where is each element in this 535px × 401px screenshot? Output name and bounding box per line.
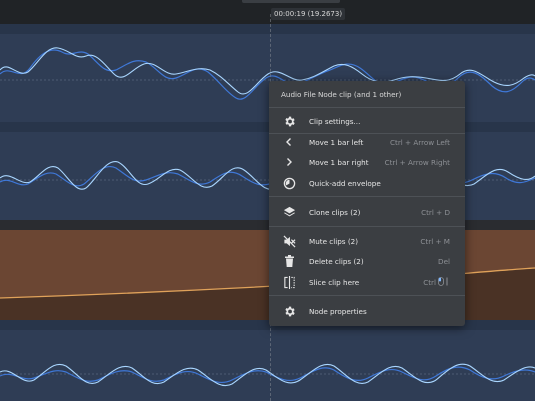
context-menu: Audio File Node clip (and 1 other) Clip … [269,81,465,326]
menu-item-shortcut: Ctrl + D [421,207,450,217]
scroll-handle[interactable] [242,0,340,3]
timeline-ruler[interactable] [0,0,535,24]
menu-separator [269,196,465,197]
slice-icon [281,274,297,290]
menu-item-slice-clip[interactable]: Slice clip here Ctrl [269,273,465,291]
gear-icon [281,303,297,319]
chevron-left-icon [281,134,297,150]
menu-item-label: Move 1 bar right [309,157,369,167]
layers-icon [281,204,297,220]
trash-icon [281,253,297,269]
menu-item-label: Clone clips (2) [309,207,361,217]
menu-item-shortcut: Ctrl + Arrow Right [384,157,450,167]
menu-item-label: Delete clips (2) [309,256,364,266]
menu-item-delete-clips[interactable]: Delete clips (2) Del [269,252,465,270]
menu-item-shortcut: Ctrl [423,277,436,287]
chevron-right-icon [281,154,297,170]
menu-item-move-left[interactable]: Move 1 bar left Ctrl + Arrow Left [269,133,465,151]
menu-item-move-right[interactable]: Move 1 bar right Ctrl + Arrow Right [269,153,465,171]
playhead-time-label: 00:00:19 (19.2673) [271,8,346,20]
waveform-4 [0,363,535,387]
menu-item-node-properties[interactable]: Node properties [269,302,465,320]
menu-separator [269,107,465,108]
menu-item-shortcut-group: Ctrl [423,276,450,288]
speaker-muted-icon [281,233,297,249]
menu-item-label: Node properties [309,306,367,316]
mouse-icon [438,276,450,288]
envelope-dial-icon [281,175,297,191]
menu-item-clip-settings[interactable]: Clip settings... [269,112,465,130]
track-header-1[interactable] [0,24,535,34]
gear-icon [281,113,297,129]
menu-item-clone-clips[interactable]: Clone clips (2) Ctrl + D [269,203,465,221]
menu-item-label: Slice clip here [309,277,360,287]
menu-item-quick-add-envelope[interactable]: Quick-add envelope [269,174,465,192]
menu-item-shortcut: Del [438,256,450,266]
menu-item-shortcut: Ctrl + M [420,236,450,246]
menu-item-label: Mute clips (2) [309,236,358,246]
menu-separator [269,295,465,296]
menu-item-label: Quick-add envelope [309,178,381,188]
menu-separator [269,226,465,227]
menu-item-shortcut: Ctrl + Arrow Left [389,137,450,147]
menu-item-label: Clip settings... [309,116,361,126]
context-menu-title: Audio File Node clip (and 1 other) [281,90,402,99]
menu-item-label: Move 1 bar left [309,137,364,147]
menu-item-mute-clips[interactable]: Mute clips (2) Ctrl + M [269,232,465,250]
